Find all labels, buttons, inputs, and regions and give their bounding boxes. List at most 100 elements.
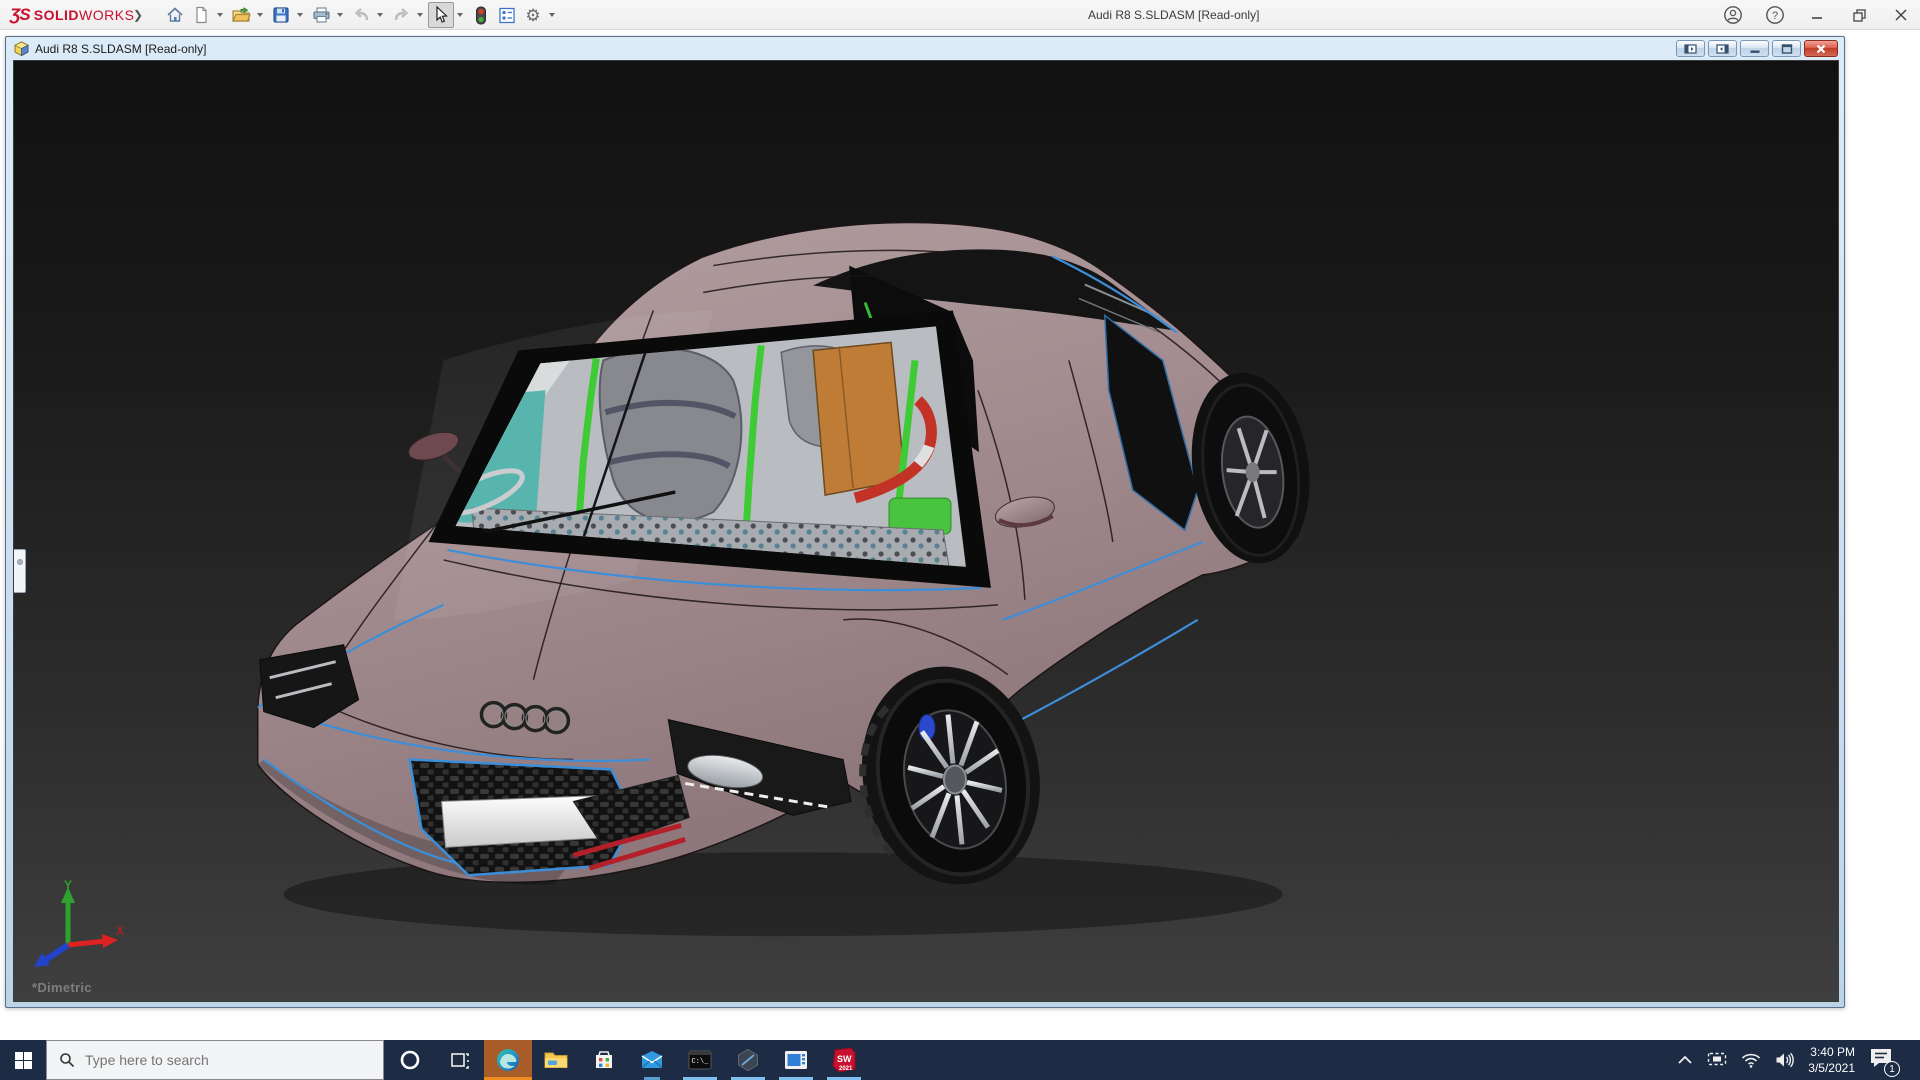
pane-right-icon (1716, 44, 1729, 54)
redo-button[interactable] (388, 2, 414, 28)
svg-text:?: ? (1772, 10, 1778, 22)
system-tray: 3:40 PM 3/5/2021 1 (1677, 1040, 1920, 1080)
taskbar-app-solidworks[interactable]: SW 2021 (820, 1040, 868, 1080)
notification-badge: 1 (1884, 1061, 1900, 1077)
mail-icon (640, 1050, 664, 1070)
app-title: Audi R8 S.SLDASM [Read-only] (1088, 8, 1259, 22)
svg-text:SW: SW (837, 1054, 852, 1064)
graphics-viewport[interactable]: Y X *Dimetric (13, 60, 1839, 1002)
close-button[interactable] (1890, 4, 1912, 26)
taskbar-app-media[interactable] (772, 1040, 820, 1080)
restore-icon (1852, 8, 1867, 23)
x-axis-label: X (116, 924, 124, 938)
task-view-icon (450, 1050, 470, 1070)
doc-close-button[interactable] (1804, 40, 1838, 57)
home-icon (166, 6, 184, 24)
windows-logo-icon (15, 1052, 32, 1069)
new-document-icon (192, 6, 210, 24)
doc-minimize-button[interactable] (1740, 40, 1769, 57)
help-button[interactable]: ? (1764, 4, 1786, 26)
account-icon (1723, 5, 1743, 25)
doc-minimize-icon (1749, 44, 1761, 54)
close-icon (1894, 8, 1908, 22)
taskbar-app-task-view[interactable] (436, 1040, 484, 1080)
help-icon: ? (1765, 5, 1785, 25)
display-status-icon[interactable] (1707, 1052, 1727, 1068)
select-tool-dropdown[interactable] (454, 2, 465, 28)
clock-date: 3/5/2021 (1808, 1060, 1855, 1076)
save-dropdown[interactable] (294, 2, 305, 28)
search-input[interactable] (85, 1052, 355, 1068)
show-right-pane-button[interactable] (1708, 40, 1737, 57)
taskbar-app-file-explorer[interactable] (532, 1040, 580, 1080)
doc-maximize-icon (1781, 44, 1793, 54)
taskbar-app-mail[interactable] (628, 1040, 676, 1080)
windows-taskbar: C:\_ SW 2021 3:40 PM 3/5/2021 1 (0, 1040, 1920, 1080)
show-left-pane-button[interactable] (1676, 40, 1705, 57)
open-dropdown[interactable] (254, 2, 265, 28)
restore-button[interactable] (1848, 4, 1870, 26)
action-center-button[interactable]: 1 (1869, 1047, 1895, 1073)
home-button[interactable] (162, 2, 188, 28)
clock-time: 3:40 PM (1808, 1044, 1855, 1060)
menu-flyout-arrow[interactable]: ❯ (133, 8, 143, 22)
open-icon (231, 6, 251, 24)
minimize-icon (1810, 8, 1824, 22)
open-button[interactable] (228, 2, 254, 28)
solidworks-logo: ƷS SOLIDWORKS (10, 5, 134, 25)
undo-button[interactable] (348, 2, 374, 28)
file-properties-button[interactable] (494, 2, 520, 28)
doc-maximize-button[interactable] (1772, 40, 1801, 57)
minimize-button[interactable] (1806, 4, 1828, 26)
command-prompt-icon: C:\_ (688, 1050, 712, 1070)
print-button[interactable] (308, 2, 334, 28)
taskbar-clock[interactable]: 3:40 PM 3/5/2021 (1808, 1044, 1855, 1076)
new-document-button[interactable] (188, 2, 214, 28)
select-tool-button[interactable] (428, 2, 454, 28)
collapsed-panel-tab[interactable] (13, 549, 26, 593)
volume-icon[interactable] (1775, 1052, 1794, 1068)
document-window-buttons (1676, 40, 1838, 57)
solidworks-app-icon: SW 2021 (831, 1047, 857, 1073)
wifi-icon[interactable] (1741, 1053, 1761, 1068)
taskbar-search[interactable] (46, 1040, 384, 1080)
taskbar-app-hexagon[interactable] (724, 1040, 772, 1080)
options-button[interactable]: ⚙ (520, 2, 546, 28)
new-document-dropdown[interactable] (214, 2, 225, 28)
start-button[interactable] (0, 1040, 46, 1080)
file-properties-icon (498, 7, 516, 24)
app-title-bar: ƷS SOLIDWORKS ❯ (0, 0, 1920, 30)
save-button[interactable] (268, 2, 294, 28)
undo-icon (352, 7, 371, 23)
print-dropdown[interactable] (334, 2, 345, 28)
taskbar-app-terminal[interactable]: C:\_ (676, 1040, 724, 1080)
y-axis-label: Y (64, 879, 72, 892)
pane-left-icon (1684, 44, 1697, 54)
solidworks-logo-mark: ƷS (10, 5, 30, 25)
orientation-triad: Y X (28, 879, 124, 971)
assembly-document-icon (13, 41, 30, 57)
cortana-button[interactable] (384, 1040, 436, 1080)
3d-model-audi-r8[interactable] (14, 61, 1838, 1001)
rebuild-traffic-light-icon (475, 6, 487, 25)
taskbar-app-store[interactable] (580, 1040, 628, 1080)
car-model-group (258, 223, 1322, 937)
options-dropdown[interactable] (546, 2, 557, 28)
account-button[interactable] (1722, 4, 1744, 26)
solidworks-year: 2021 (839, 1066, 853, 1072)
select-cursor-icon (433, 6, 449, 24)
edge-icon (495, 1047, 521, 1073)
taskbar-app-edge[interactable] (484, 1040, 532, 1080)
print-icon (312, 6, 331, 24)
document-title: Audi R8 S.SLDASM [Read-only] (35, 42, 206, 56)
tray-chevron-up-icon[interactable] (1677, 1054, 1693, 1066)
window-controls: ? (1722, 0, 1912, 30)
search-icon (59, 1052, 75, 1068)
document-title-bar[interactable]: Audi R8 S.SLDASM [Read-only] (6, 37, 1844, 60)
rebuild-button[interactable] (468, 2, 494, 28)
redo-dropdown[interactable] (414, 2, 425, 28)
hexagon-app-icon (736, 1048, 760, 1072)
document-window: Audi R8 S.SLDASM [Read-only] (5, 36, 1845, 1008)
doc-close-icon (1815, 44, 1827, 54)
undo-dropdown[interactable] (374, 2, 385, 28)
